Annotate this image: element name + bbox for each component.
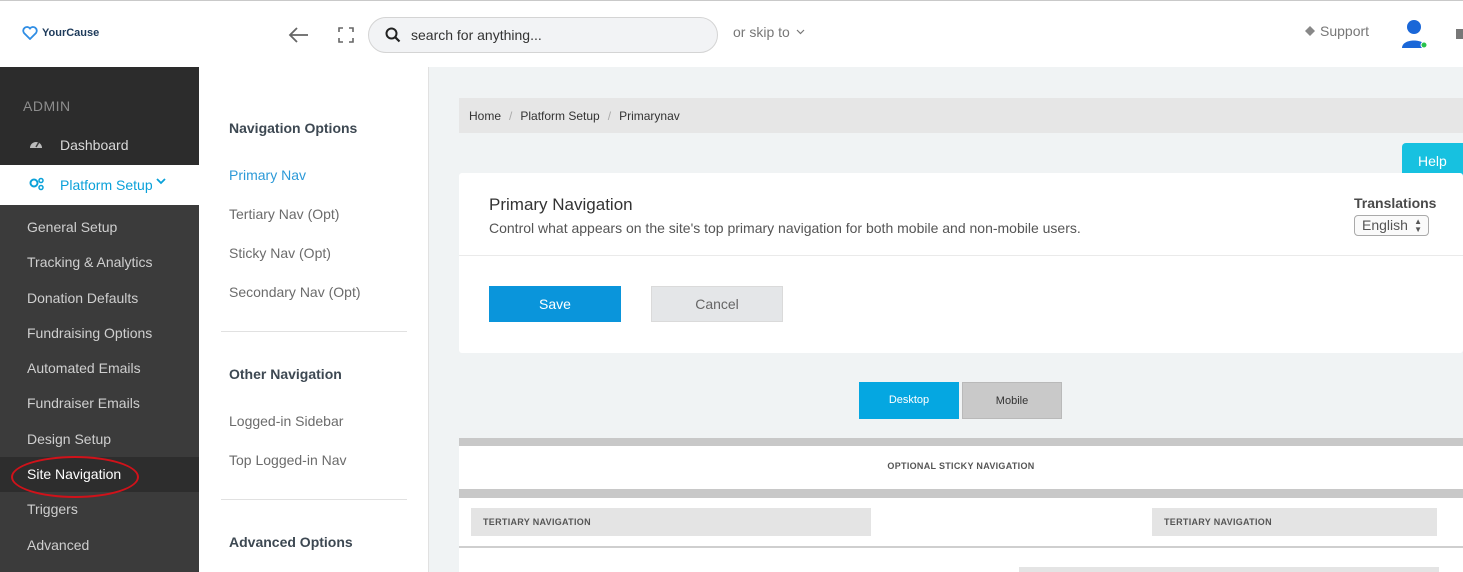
- admin-sidebar: ADMIN Dashboard Platform Setup General S…: [0, 67, 199, 572]
- support-label: Support: [1320, 23, 1370, 39]
- chevron-down-icon: [796, 29, 805, 35]
- heart-logo-icon: [22, 26, 38, 40]
- sticky-navigation-zone[interactable]: OPTIONAL STICKY NAVIGATION: [459, 461, 1463, 471]
- tab-mobile[interactable]: Mobile: [962, 382, 1062, 419]
- dashboard-gauge-icon: [30, 141, 42, 148]
- subnav-tertiary-nav[interactable]: Tertiary Nav (Opt): [229, 206, 339, 222]
- primary-navigation-card: Primary Navigation Control what appears …: [459, 173, 1463, 353]
- subnav-logged-in-sidebar[interactable]: Logged-in Sidebar: [229, 413, 343, 429]
- sidebar-item-platform-setup[interactable]: Platform Setup: [0, 165, 199, 205]
- subnav-top-logged-in-nav[interactable]: Top Logged-in Nav: [229, 452, 347, 468]
- top-bar: YourCause or skip to Support: [0, 0, 1463, 67]
- fullscreen-icon[interactable]: [338, 27, 354, 43]
- platform-setup-submenu: General Setup Tracking & Analytics Donat…: [0, 210, 199, 563]
- search-input[interactable]: [411, 27, 691, 43]
- breadcrumb-current: Primarynav: [619, 108, 680, 123]
- skip-to-label: or skip to: [733, 24, 790, 40]
- navigation-options-heading: Navigation Options: [229, 120, 358, 136]
- tab-desktop[interactable]: Desktop: [859, 382, 959, 419]
- skip-to-dropdown[interactable]: or skip to: [733, 24, 805, 40]
- admin-label: ADMIN: [23, 98, 71, 114]
- subnav-secondary-nav[interactable]: Secondary Nav (Opt): [229, 284, 361, 300]
- sidebar-item-general-setup[interactable]: General Setup: [0, 210, 199, 245]
- sidebar-item-fundraising-options[interactable]: Fundraising Options: [0, 316, 199, 351]
- preview-top-bar: [459, 438, 1463, 446]
- help-button[interactable]: Help: [1402, 143, 1463, 177]
- preview-nav-block: [1019, 567, 1439, 572]
- subnav-divider: [221, 499, 407, 500]
- preview-separator-bar: [459, 489, 1463, 498]
- sidebar-item-dashboard[interactable]: Dashboard: [0, 133, 199, 157]
- advanced-options-heading: Advanced Options: [229, 534, 353, 550]
- sidebar-item-triggers[interactable]: Triggers: [0, 492, 199, 527]
- logo[interactable]: YourCause: [22, 26, 99, 40]
- search-icon: [385, 27, 401, 43]
- sidebar-item-advanced[interactable]: Advanced: [0, 528, 199, 563]
- cancel-button[interactable]: Cancel: [651, 286, 783, 322]
- search-box[interactable]: [368, 17, 718, 53]
- platform-setup-label: Platform Setup: [60, 177, 153, 193]
- dashboard-label: Dashboard: [60, 137, 129, 153]
- support-link[interactable]: Support: [1304, 23, 1369, 39]
- page-title: Primary Navigation: [489, 195, 633, 214]
- breadcrumb-home[interactable]: Home: [469, 109, 501, 123]
- breadcrumb-separator: /: [509, 108, 513, 123]
- sidebar-header: ADMIN Dashboard: [0, 67, 199, 165]
- tag-icon: [1305, 26, 1315, 36]
- tertiary-navigation-right[interactable]: TERTIARY NAVIGATION: [1152, 508, 1437, 536]
- breadcrumb: Home / Platform Setup / Primarynav: [459, 98, 1463, 133]
- other-navigation-heading: Other Navigation: [229, 366, 342, 382]
- breadcrumb-separator: /: [607, 108, 612, 123]
- page-description: Control what appears on the site's top p…: [489, 220, 1081, 236]
- subnav-primary-nav[interactable]: Primary Nav: [229, 167, 306, 183]
- subnav-sticky-nav[interactable]: Sticky Nav (Opt): [229, 245, 331, 261]
- preview-divider: [459, 546, 1463, 548]
- logo-text: YourCause: [42, 27, 100, 39]
- sidebar-item-site-navigation[interactable]: Site Navigation: [0, 457, 199, 493]
- language-select[interactable]: English ▲ ▼: [1354, 215, 1429, 236]
- tertiary-navigation-left[interactable]: TERTIARY NAVIGATION: [471, 508, 871, 536]
- sidebar-item-fundraiser-emails[interactable]: Fundraiser Emails: [0, 386, 199, 421]
- translations-label: Translations: [1354, 195, 1437, 211]
- back-arrow-icon[interactable]: [287, 23, 311, 47]
- briefcase-icon[interactable]: [1456, 29, 1463, 39]
- user-avatar-icon[interactable]: [1400, 18, 1430, 50]
- chevron-down-icon: [156, 178, 166, 185]
- sidebar-item-automated-emails[interactable]: Automated Emails: [0, 351, 199, 386]
- card-divider: [459, 255, 1463, 256]
- breadcrumb-platform-setup[interactable]: Platform Setup: [520, 109, 599, 123]
- sidebar-item-design-setup[interactable]: Design Setup: [0, 422, 199, 457]
- sidebar-item-donation-defaults[interactable]: Donation Defaults: [0, 281, 199, 316]
- navigation-preview: OPTIONAL STICKY NAVIGATION TERTIARY NAVI…: [459, 438, 1463, 572]
- gears-icon: [29, 177, 44, 191]
- sidebar-item-tracking-analytics[interactable]: Tracking & Analytics: [0, 245, 199, 280]
- language-value: English: [1362, 217, 1408, 233]
- updown-arrows-icon: ▲ ▼: [1414, 217, 1422, 234]
- save-button[interactable]: Save: [489, 286, 621, 322]
- subnav-divider: [221, 331, 407, 332]
- site-navigation-subnav: Navigation Options Primary Nav Tertiary …: [199, 67, 429, 572]
